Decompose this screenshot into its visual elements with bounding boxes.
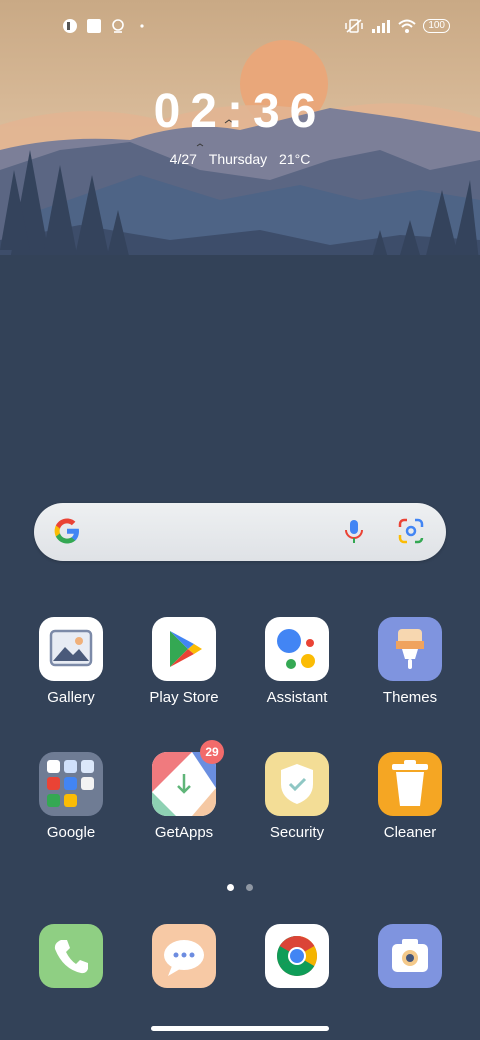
page-dot-active bbox=[226, 884, 234, 891]
clock-time[interactable]: 02:36 bbox=[0, 84, 480, 139]
signal-icon bbox=[371, 18, 391, 34]
date-text: 4/27 bbox=[169, 151, 197, 167]
app-label: Gallery bbox=[47, 689, 95, 706]
dock-chrome[interactable] bbox=[242, 924, 352, 988]
app-label: Google bbox=[46, 824, 96, 841]
messages-icon bbox=[152, 924, 216, 988]
google-search-bar[interactable] bbox=[34, 503, 446, 561]
app-security[interactable]: Security bbox=[242, 752, 352, 841]
google-lens-icon[interactable] bbox=[398, 518, 424, 549]
location-notification-icon bbox=[110, 18, 126, 34]
app-cleaner[interactable]: Cleaner bbox=[355, 752, 465, 841]
app-play-store[interactable]: Play Store bbox=[129, 617, 239, 706]
app-assistant[interactable]: Assistant bbox=[242, 617, 352, 706]
app-label: Assistant bbox=[266, 689, 328, 706]
day-text: Thursday bbox=[208, 151, 268, 167]
status-bar: 100 bbox=[0, 14, 480, 42]
themes-icon bbox=[378, 617, 442, 681]
google-g-icon bbox=[52, 516, 82, 551]
chrome-icon bbox=[265, 924, 329, 988]
wifi-icon bbox=[397, 18, 416, 34]
dock-phone[interactable] bbox=[16, 924, 126, 988]
app-label: Themes bbox=[382, 689, 438, 706]
notification-app-icon bbox=[62, 18, 78, 34]
google-folder-icon bbox=[39, 752, 103, 816]
app-google-folder[interactable]: Google bbox=[16, 752, 126, 841]
play-store-icon bbox=[152, 617, 216, 681]
gesture-navigation-bar[interactable] bbox=[151, 1026, 329, 1031]
date-line[interactable]: 4/27 Thursday 21°C bbox=[0, 151, 480, 167]
phone-icon bbox=[39, 924, 103, 988]
app-label: GetApps bbox=[154, 824, 214, 841]
dock-camera[interactable] bbox=[355, 924, 465, 988]
app-gallery[interactable]: Gallery bbox=[16, 617, 126, 706]
temperature-text: 21°C bbox=[279, 151, 311, 167]
dot-icon bbox=[134, 18, 150, 34]
photo-notification-icon bbox=[86, 18, 102, 34]
camera-icon bbox=[378, 924, 442, 988]
app-label: Play Store bbox=[149, 689, 219, 706]
vibrate-mute-icon bbox=[345, 18, 364, 34]
cleaner-icon bbox=[378, 752, 442, 816]
getapps-icon: 29 bbox=[152, 740, 224, 816]
dock-messages[interactable] bbox=[129, 924, 239, 988]
battery-indicator: 100 bbox=[423, 19, 450, 33]
page-dot bbox=[246, 884, 254, 891]
app-label: Security bbox=[269, 824, 325, 841]
app-themes[interactable]: Themes bbox=[355, 617, 465, 706]
notification-badge: 29 bbox=[200, 740, 224, 764]
page-indicator[interactable] bbox=[0, 878, 480, 896]
app-label: Cleaner bbox=[383, 824, 437, 841]
gallery-icon bbox=[39, 617, 103, 681]
security-icon bbox=[265, 752, 329, 816]
assistant-icon bbox=[265, 617, 329, 681]
microphone-icon[interactable] bbox=[344, 519, 364, 550]
app-getapps[interactable]: 29 GetApps bbox=[129, 740, 239, 841]
